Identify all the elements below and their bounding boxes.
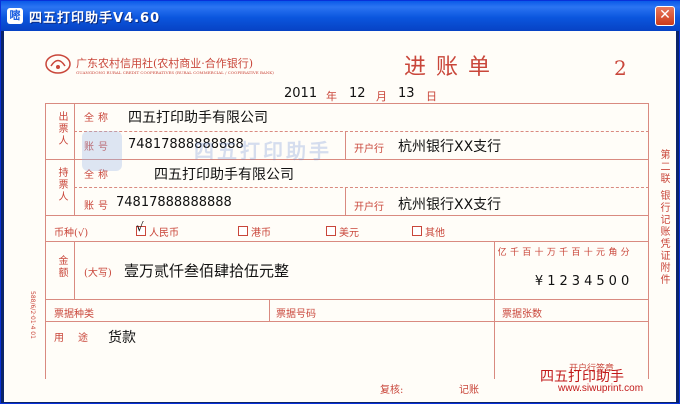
payer-bank[interactable]: 杭州银行XX支行 bbox=[398, 136, 501, 156]
bank-name-en: GUANGDONG RURAL CREDIT COOPERATIVES (RUR… bbox=[76, 70, 274, 75]
payee-section-label: 持票人 bbox=[56, 167, 67, 203]
currency-other-checkbox[interactable] bbox=[412, 226, 422, 236]
deposit-slip: 广东农村信用社(农村商业·合作银行) GUANGDONG RURAL CREDI… bbox=[4, 31, 676, 402]
digit-header: 百 bbox=[522, 248, 532, 258]
col-divider bbox=[345, 187, 346, 215]
copy-note: 第二联 银行记账凭证附件 bbox=[658, 149, 669, 287]
row-divider bbox=[45, 299, 649, 300]
bank-logo-icon bbox=[45, 54, 71, 74]
digit-header: 分 bbox=[620, 248, 630, 258]
slip-title: 进账单 bbox=[404, 55, 501, 80]
app-window: 嘧 四五打印助手V4.60 ✕ 广东农村信用社(农村商业·合作银行) GUANG… bbox=[0, 0, 680, 404]
watermark-brand: 四五打印助手 bbox=[194, 139, 332, 163]
bill-type-label: 票据种类 bbox=[54, 309, 94, 320]
amount-uppercase-label: (大写) bbox=[84, 268, 112, 279]
payer-name-label: 全称 bbox=[84, 113, 112, 124]
col-divider bbox=[74, 103, 75, 215]
digit-header: 角 bbox=[608, 248, 618, 258]
row-divider bbox=[45, 215, 649, 216]
row-divider bbox=[45, 321, 649, 322]
col-divider bbox=[74, 241, 75, 299]
col-divider bbox=[494, 241, 495, 299]
currency-hkd-label: 港币 bbox=[251, 228, 271, 239]
payer-section-label: 出票人 bbox=[56, 111, 67, 147]
amount-digit: 4 bbox=[584, 274, 593, 289]
amount-digit: 3 bbox=[571, 274, 581, 289]
amount-label: 金额 bbox=[56, 255, 67, 279]
window-title: 四五打印助手V4.60 bbox=[29, 11, 161, 26]
date-day-unit: 日 bbox=[426, 90, 437, 103]
form-code: 588/6/2·01·4 01 bbox=[29, 291, 36, 339]
app-icon: 嘧 bbox=[7, 8, 23, 24]
payee-bank-label: 开户行 bbox=[354, 202, 384, 213]
row-divider bbox=[45, 159, 649, 160]
currency-label: 币种(√) bbox=[54, 228, 89, 239]
amount-digit-headers: 亿千百十万千百十元角分 bbox=[496, 245, 631, 258]
digit-header: 十 bbox=[534, 248, 544, 258]
row-divider-dashed bbox=[74, 187, 649, 188]
amount-digit: 1 bbox=[547, 274, 556, 289]
amount-digits: ¥1 2 3 4 5 0 0 bbox=[496, 274, 631, 289]
digit-header: 百 bbox=[571, 248, 581, 258]
currency-rmb-label: 人民币 bbox=[149, 228, 179, 239]
copy-number: 2 bbox=[614, 56, 627, 80]
col-divider bbox=[494, 299, 495, 379]
payee-name[interactable]: 四五打印助手有限公司 bbox=[154, 164, 294, 184]
purpose-value[interactable]: 货款 bbox=[108, 327, 136, 347]
currency-usd-checkbox[interactable] bbox=[326, 226, 336, 236]
title-bar[interactable]: 嘧 四五打印助手V4.60 ✕ bbox=[1, 1, 680, 31]
amount-digit: 0 bbox=[608, 274, 617, 289]
payee-account-label: 账号 bbox=[84, 201, 112, 212]
amount-digit: 5 bbox=[596, 274, 605, 289]
digit-header: 十 bbox=[583, 248, 593, 258]
amount-digit: 0 bbox=[620, 274, 630, 289]
payer-name[interactable]: 四五打印助手有限公司 bbox=[128, 107, 268, 127]
digit-header: 亿 bbox=[497, 248, 507, 258]
date-day: 13 bbox=[398, 86, 415, 101]
purpose-label: 用途 bbox=[54, 333, 102, 344]
watermark-logo-icon bbox=[82, 131, 122, 171]
amount-digit: ¥ bbox=[534, 274, 544, 289]
currency-usd-label: 美元 bbox=[339, 228, 359, 239]
amount-digit: 2 bbox=[559, 274, 568, 289]
payee-bank[interactable]: 杭州银行XX支行 bbox=[398, 194, 501, 214]
digit-header: 元 bbox=[596, 248, 606, 258]
currency-hkd-checkbox[interactable] bbox=[238, 226, 248, 236]
review-label: 复核: bbox=[380, 385, 404, 396]
amount-uppercase[interactable]: 壹万贰仟叁佰肆拾伍元整 bbox=[124, 260, 289, 281]
col-divider bbox=[269, 299, 270, 321]
date-month: 12 bbox=[349, 86, 366, 101]
close-button[interactable]: ✕ bbox=[655, 6, 675, 26]
date-year-unit: 年 bbox=[326, 90, 337, 103]
currency-rmb-checkbox[interactable]: √ bbox=[136, 220, 146, 236]
row-divider bbox=[45, 241, 649, 242]
digit-header: 千 bbox=[509, 248, 519, 258]
payer-bank-label: 开户行 bbox=[354, 144, 384, 155]
currency-other-label: 其他 bbox=[425, 228, 445, 239]
digit-header: 千 bbox=[559, 248, 569, 258]
col-divider bbox=[345, 131, 346, 159]
date-month-unit: 月 bbox=[376, 90, 387, 103]
digit-header: 万 bbox=[546, 248, 556, 258]
bill-count-label: 票据张数 bbox=[502, 309, 542, 320]
bill-no-label: 票据号码 bbox=[276, 309, 316, 320]
bookkeeping-label: 记账 bbox=[459, 385, 479, 396]
brand-url[interactable]: www.siwuprint.com bbox=[558, 383, 643, 394]
bank-name: 广东农村信用社(农村商业·合作银行) bbox=[76, 57, 254, 70]
payee-account[interactable]: 74817888888888 bbox=[116, 195, 232, 210]
row-divider-dashed bbox=[74, 131, 649, 132]
date-year: 2011 bbox=[284, 86, 318, 101]
